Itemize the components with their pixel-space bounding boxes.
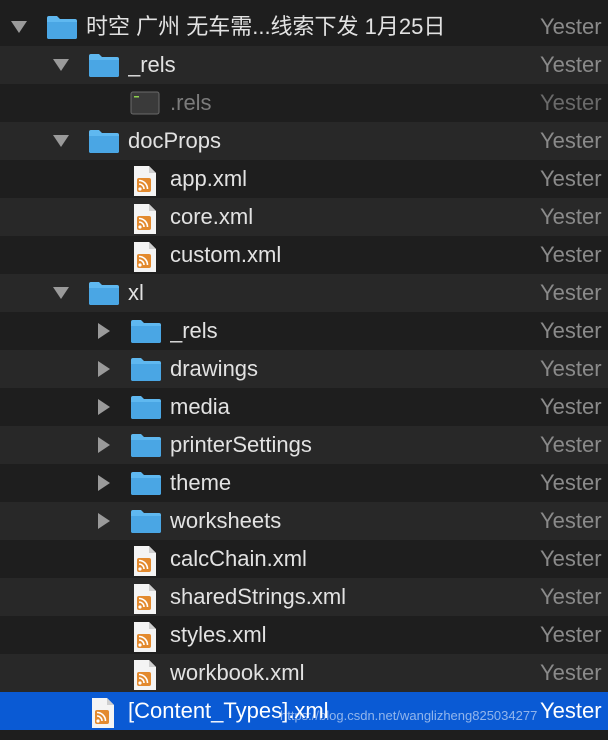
date-modified: Yester: [540, 128, 602, 153]
folder-icon: [46, 8, 80, 46]
date-modified: Yester: [540, 546, 602, 571]
file-name: app.xml: [170, 166, 248, 191]
folder-row[interactable]: printerSettings Yester: [0, 426, 608, 464]
folder-row[interactable]: _rels Yester: [0, 46, 608, 84]
file-name: docProps: [128, 128, 221, 153]
file-row[interactable]: [Content_Types].xml Yester: [0, 692, 608, 730]
file-row[interactable]: custom.xml Yester: [0, 236, 608, 274]
date-modified: Yester: [540, 166, 602, 191]
date-modified: Yester: [540, 508, 602, 533]
folder-icon: [88, 274, 122, 312]
file-name: drawings: [170, 356, 259, 381]
date-modified: Yester: [540, 584, 602, 609]
date-modified: Yester: [540, 660, 602, 685]
folder-icon: [130, 464, 164, 502]
file-name: media: [170, 394, 230, 419]
date-modified: Yester: [540, 356, 602, 381]
xml-file-icon: [130, 198, 164, 236]
folder-row[interactable]: drawings Yester: [0, 350, 608, 388]
date-modified: Yester: [540, 698, 602, 723]
date-modified: Yester: [540, 52, 602, 77]
folder-icon: [88, 122, 122, 160]
file-name: sharedStrings.xml: [170, 584, 347, 609]
disclosure-closed-icon[interactable]: [92, 464, 114, 502]
date-modified: Yester: [540, 204, 602, 229]
file-name: calcChain.xml: [170, 546, 307, 571]
folder-row[interactable]: xl Yester: [0, 274, 608, 312]
folder-icon: [130, 426, 164, 464]
file-row[interactable]: calcChain.xml Yester: [0, 540, 608, 578]
file-name: core.xml: [170, 204, 254, 229]
xml-file-icon: [130, 236, 164, 274]
file-name: workbook.xml: [170, 660, 305, 685]
date-modified: Yester: [540, 242, 602, 267]
file-name: xl: [128, 280, 144, 305]
file-name: 时空 广州 无车需...线索下发 1月25日: [86, 14, 446, 39]
file-name: custom.xml: [170, 242, 282, 267]
date-modified: Yester: [540, 14, 602, 39]
file-tree: 时空 广州 无车需...线索下发 1月25日 Yester _rels Yester.…: [0, 0, 608, 740]
date-modified: Yester: [540, 318, 602, 343]
file-name: _rels: [128, 52, 176, 77]
file-name: printerSettings: [170, 432, 312, 457]
xml-file-icon: [130, 160, 164, 198]
file-row[interactable]: .rels Yester: [0, 84, 608, 122]
disclosure-closed-icon[interactable]: [92, 426, 114, 464]
file-name: .rels: [170, 90, 212, 115]
file-row[interactable]: styles.xml Yester: [0, 616, 608, 654]
xml-file-icon: [130, 540, 164, 578]
disclosure-closed-icon[interactable]: [92, 350, 114, 388]
date-modified: Yester: [540, 90, 602, 115]
disclosure-open-icon[interactable]: [50, 122, 72, 160]
date-modified: Yester: [540, 622, 602, 647]
disclosure-closed-icon[interactable]: [92, 502, 114, 540]
xml-file-icon: [130, 616, 164, 654]
file-name: worksheets: [170, 508, 282, 533]
folder-row[interactable]: theme Yester: [0, 464, 608, 502]
date-modified: Yester: [540, 280, 602, 305]
disclosure-closed-icon[interactable]: [92, 388, 114, 426]
xml-file-icon: [88, 692, 122, 730]
folder-icon: [130, 312, 164, 350]
date-modified: Yester: [540, 394, 602, 419]
disclosure-open-icon[interactable]: [8, 8, 30, 46]
xml-file-icon: [130, 654, 164, 692]
date-modified: Yester: [540, 432, 602, 457]
folder-icon: [88, 46, 122, 84]
xml-file-icon: [130, 578, 164, 616]
date-modified: Yester: [540, 470, 602, 495]
folder-icon: [130, 502, 164, 540]
file-name: theme: [170, 470, 232, 495]
file-row[interactable]: sharedStrings.xml Yester: [0, 578, 608, 616]
file-row[interactable]: workbook.xml Yester: [0, 654, 608, 692]
folder-icon: [130, 350, 164, 388]
disclosure-open-icon[interactable]: [50, 274, 72, 312]
folder-row[interactable]: worksheets Yester: [0, 502, 608, 540]
file-name: [Content_Types].xml: [128, 698, 329, 723]
executable-file-icon: [130, 84, 164, 122]
file-name: _rels: [170, 318, 218, 343]
folder-row[interactable]: 时空 广州 无车需...线索下发 1月25日 Yester: [0, 8, 608, 46]
folder-row[interactable]: media Yester: [0, 388, 608, 426]
file-row[interactable]: core.xml Yester: [0, 198, 608, 236]
disclosure-open-icon[interactable]: [50, 46, 72, 84]
folder-icon: [130, 388, 164, 426]
file-name: styles.xml: [170, 622, 267, 647]
folder-row[interactable]: _rels Yester: [0, 312, 608, 350]
folder-row[interactable]: docProps Yester: [0, 122, 608, 160]
file-row[interactable]: app.xml Yester: [0, 160, 608, 198]
disclosure-closed-icon[interactable]: [92, 312, 114, 350]
